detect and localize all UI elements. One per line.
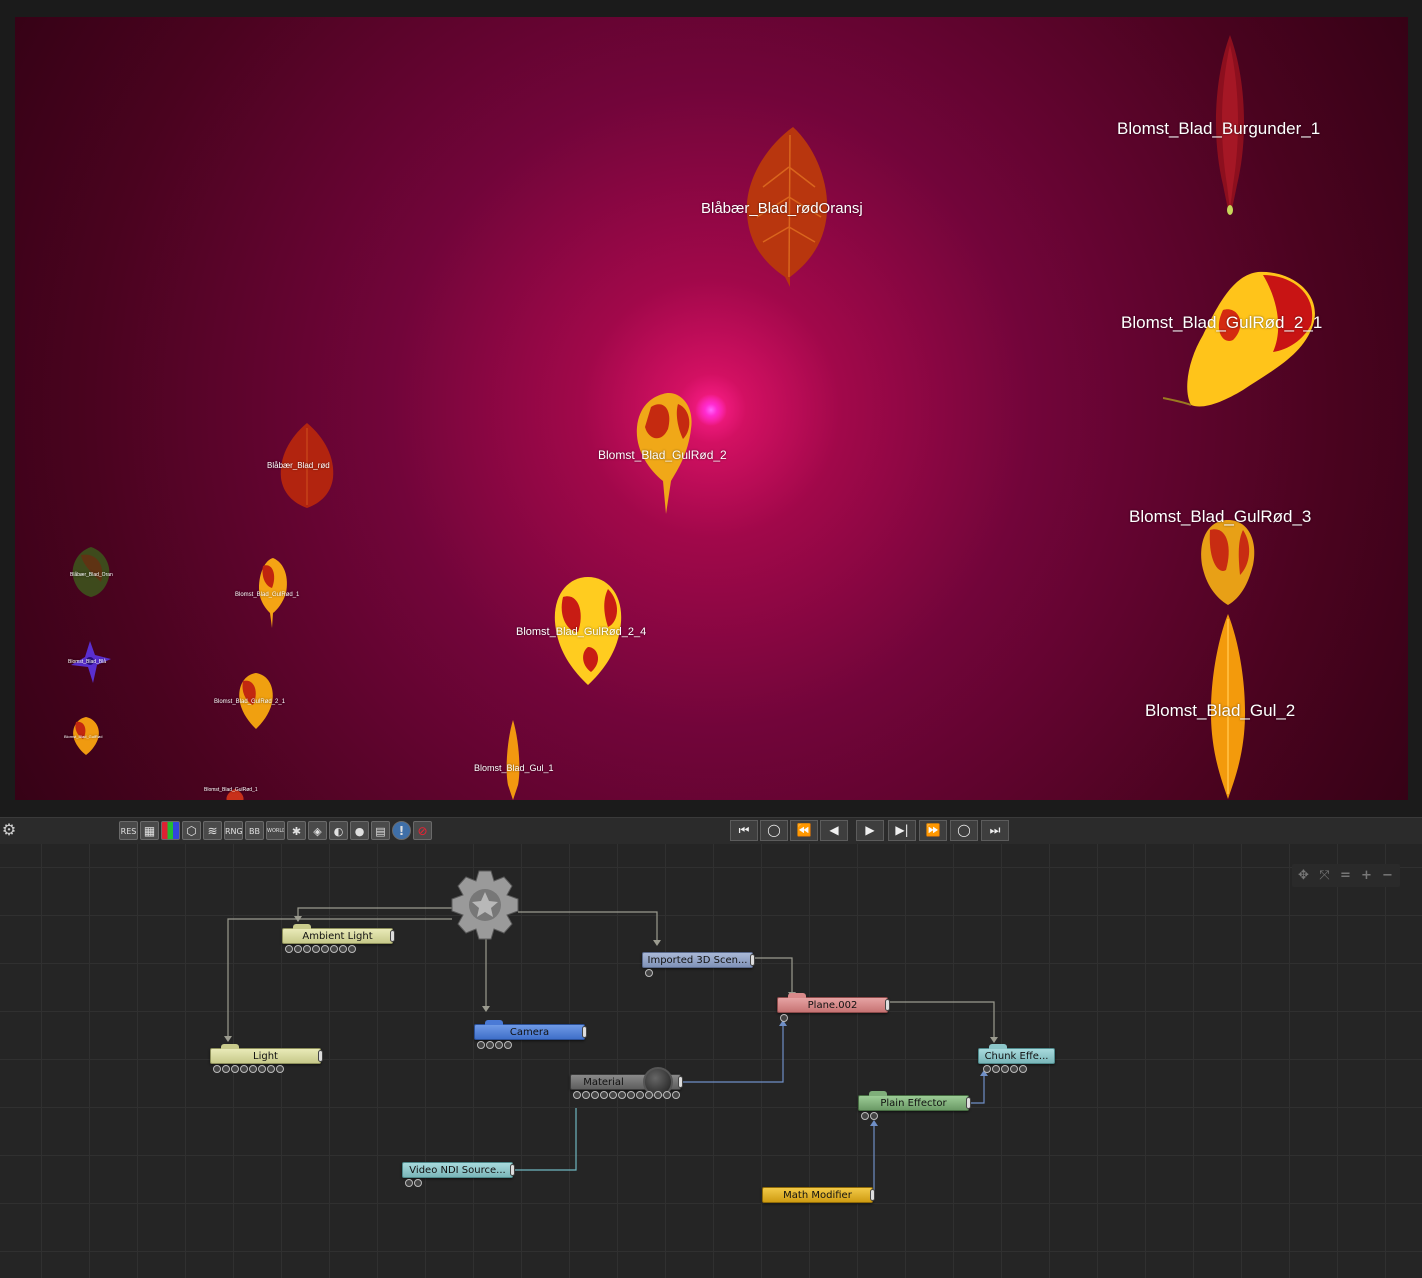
warning-icon[interactable]: ! [392, 821, 411, 840]
node-plain-effector[interactable]: Plain Effector [858, 1091, 971, 1120]
node-ports[interactable] [573, 1091, 681, 1099]
rewind-icon[interactable]: ⏪ [790, 820, 818, 841]
pan-icon[interactable]: ✥ [1294, 866, 1313, 885]
wire-video-material [514, 1108, 577, 1171]
object-label: Blomst_Blad_GulRød_2_1 [1121, 313, 1323, 332]
point-light-glow [695, 394, 727, 426]
node-chunk-effector[interactable]: Chunk Effe... [978, 1044, 1055, 1073]
step-back-icon[interactable]: ◀ [820, 820, 848, 841]
node-ports[interactable] [983, 1065, 1028, 1073]
vr-icon[interactable]: ◐ [329, 821, 348, 840]
petal-gulrod-2-1 [1163, 271, 1315, 407]
wire-root-imported [518, 911, 658, 944]
reset-zoom-icon[interactable]: = [1336, 866, 1355, 885]
node-label: Chunk Effe... [984, 1051, 1049, 1062]
object-label: Blåbær_Blad_Oran [70, 572, 113, 578]
layers-icon[interactable]: ≋ [203, 821, 222, 840]
play-icon[interactable]: ▶ [856, 820, 884, 841]
node-material[interactable]: Material [570, 1067, 683, 1099]
node-ports[interactable] [861, 1112, 879, 1120]
wire-plane-chunk [888, 1001, 995, 1041]
zoom-out-icon[interactable]: − [1378, 866, 1397, 885]
node-label: Video NDI Source... [409, 1165, 506, 1176]
panel-icon[interactable]: ▤ [371, 821, 390, 840]
object-label: Blomst_Blad_GulRød_2 [598, 448, 727, 462]
object-label: Blåbær_Blad_rødOransj [701, 200, 863, 217]
node-video-ndi-source[interactable]: Video NDI Source... [402, 1162, 515, 1187]
object-label: Blomst_Blad_GulRød_2_1 [214, 699, 286, 705]
petal-gulrod-3 [1201, 520, 1255, 605]
zoom-in-icon[interactable]: + [1357, 866, 1376, 885]
node-ports[interactable] [405, 1179, 423, 1187]
object-label: Blomst_Blad_GulRød_1 [204, 787, 258, 793]
settings-gear-icon[interactable]: ⚙ [0, 821, 18, 839]
3d-viewport[interactable]: Blomst_Blad_Burgunder_1 Blåbær_Blad_rødO… [15, 17, 1408, 800]
node-ports[interactable] [285, 945, 357, 953]
node-label: Light [253, 1051, 278, 1062]
node-ports[interactable] [780, 1014, 789, 1022]
object-label: Blomst_Blad_GulRød [64, 734, 103, 739]
node-math-modifier[interactable]: Math Modifier [762, 1187, 875, 1203]
node-label: Material [583, 1077, 624, 1088]
bounding-box-icon[interactable]: BB [245, 821, 264, 840]
node-graph[interactable]: Ambient Light Light Camera Imported 3D S… [0, 844, 1422, 1278]
loop-back-icon[interactable]: ◯ [760, 820, 788, 841]
object-label: Blomst_Blad_GulRød_3 [1129, 507, 1312, 526]
node-ports[interactable] [645, 969, 654, 977]
range-icon[interactable]: RNG [224, 821, 243, 840]
node-label: Plain Effector [880, 1098, 947, 1109]
node-light[interactable]: Light [210, 1044, 323, 1073]
node-label: Math Modifier [783, 1190, 852, 1201]
node-ambient-light[interactable]: Ambient Light [282, 924, 395, 953]
color-bars-icon[interactable]: ▮▮ [161, 821, 180, 840]
object-label: Blomst_Blad_Gul_1 [474, 763, 554, 773]
cube-icon[interactable]: ⬡ [182, 821, 201, 840]
wire-material-plane [682, 1022, 784, 1083]
skip-to-start-icon[interactable]: ⏮ [730, 820, 758, 841]
node-label: Ambient Light [302, 931, 373, 942]
fast-forward-icon[interactable]: ⏩ [919, 820, 947, 841]
wire-imported-plane [752, 957, 793, 996]
node-label: Camera [509, 1027, 550, 1038]
object-label: Blomst_Blad_GulRød_2_4 [516, 626, 647, 638]
object-label: Blåbær_Blad_rød [267, 461, 330, 470]
fit-icon[interactable]: ⤧ [1315, 866, 1334, 885]
object-label: Blomst_Blad_Burgunder_1 [1117, 119, 1321, 138]
node-plane-002[interactable]: Plane.002 [777, 993, 890, 1022]
scene-root-gear-icon [451, 870, 519, 940]
object-icon[interactable]: ◈ [308, 821, 327, 840]
object-label: Blomst_Blad_Blå [68, 659, 107, 665]
star-icon[interactable]: ✱ [287, 821, 306, 840]
grid-icon[interactable]: ▦ [140, 821, 159, 840]
node-camera[interactable]: Camera [474, 1020, 587, 1049]
node-ports[interactable] [477, 1041, 513, 1049]
petal-gul-1 [506, 720, 520, 800]
disable-icon[interactable]: ⊘ [413, 821, 432, 840]
sphere-icon[interactable]: ● [350, 821, 369, 840]
node-imported-3d-scene[interactable]: Imported 3D Scen... [642, 952, 755, 977]
object-label: Blomst_Blad_GulRød_1 [235, 592, 300, 598]
node-ports[interactable] [213, 1065, 285, 1073]
world-icon[interactable]: WORLD [266, 821, 285, 840]
wire-root-ambient [297, 907, 452, 916]
object-label: Blomst_Blad_Gul_2 [1145, 701, 1296, 720]
step-forward-icon[interactable]: ▶| [888, 820, 916, 841]
viewport-toolbar: ⚙ RES ▦ ▮▮ ⬡ ≋ RNG BB WORLD ✱ ◈ ◐ ● ▤ ! … [0, 817, 1422, 845]
skip-to-end-icon[interactable]: ⏭ [981, 820, 1009, 841]
loop-forward-icon[interactable]: ◯ [950, 820, 978, 841]
node-label: Plane.002 [807, 1000, 858, 1011]
resolution-icon[interactable]: RES [119, 821, 138, 840]
node-label: Imported 3D Scen... [647, 955, 748, 966]
